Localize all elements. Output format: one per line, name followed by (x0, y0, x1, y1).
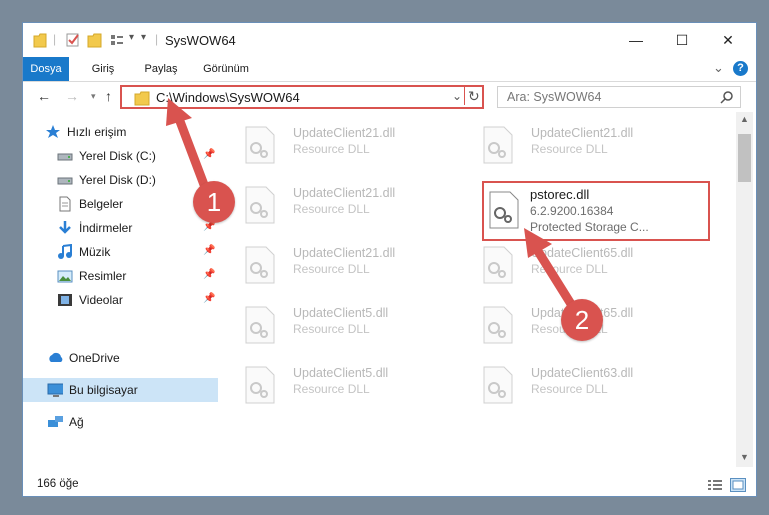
step-badge-1: 1 (193, 181, 235, 223)
annotation-layer (166, 98, 581, 317)
arrow-1 (166, 98, 211, 195)
step-badge-2: 2 (561, 299, 603, 341)
arrow-2 (524, 228, 581, 317)
